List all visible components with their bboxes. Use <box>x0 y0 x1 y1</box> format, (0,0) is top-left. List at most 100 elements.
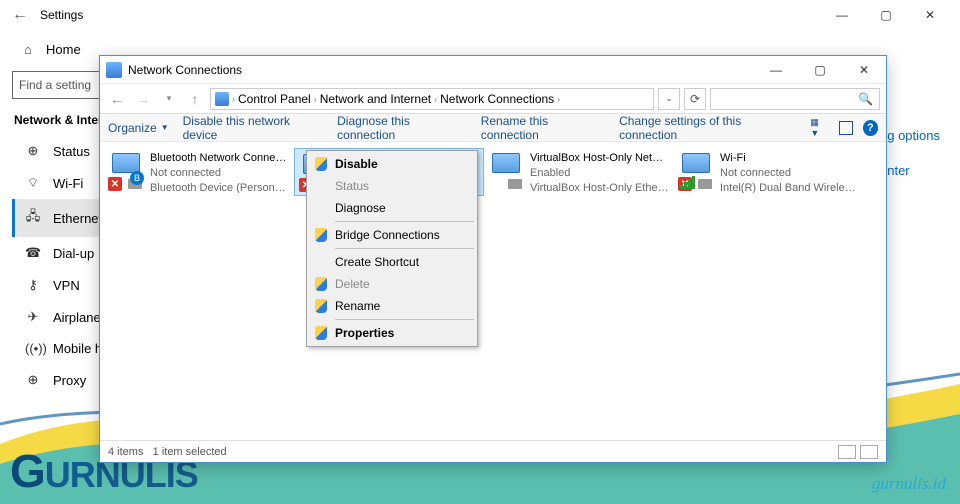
connection-status: Enabled <box>530 166 670 181</box>
menu-item-properties[interactable]: Properties <box>309 322 475 344</box>
history-dropdown-icon[interactable]: ⌄ <box>658 88 680 110</box>
nav-item-icon: ((•)) <box>25 341 41 356</box>
context-menu: Disable Status Diagnose Bridge Connections C… <box>306 150 478 347</box>
connection-status: Not connected <box>720 166 860 181</box>
close-button[interactable]: ✕ <box>908 1 952 29</box>
nav-item-label: Proxy <box>53 373 86 388</box>
nav-forward-icon[interactable]: → <box>132 88 154 110</box>
shield-icon <box>313 156 329 172</box>
menu-item-diagnose[interactable]: Diagnose <box>309 197 475 219</box>
nav-item-label: Dial-up <box>53 246 94 261</box>
item-count: 4 items <box>108 446 143 458</box>
connections-area: ✕BBluetooth Network ConnectionNot connec… <box>100 142 886 440</box>
nav-item-icon: ☎ <box>25 245 41 261</box>
connection-name: VirtualBox Host-Only Network <box>530 151 670 166</box>
nav-back-icon[interactable]: ← <box>106 88 128 110</box>
minimize-button[interactable]: — <box>820 1 864 29</box>
shield-icon <box>313 227 329 243</box>
menu-item-label: Diagnose <box>335 201 386 215</box>
toolbar-disable[interactable]: Disable this network device <box>183 114 324 142</box>
menu-item-bridge-connections[interactable]: Bridge Connections <box>309 224 475 246</box>
menu-item-label: Status <box>335 179 369 193</box>
nav-item-label: Wi-Fi <box>53 176 83 191</box>
menu-item-status: Status <box>309 175 475 197</box>
connection-device: Bluetooth Device (Personal Area ... <box>150 181 290 193</box>
menu-item-rename[interactable]: Rename <box>309 295 475 317</box>
connection-virtualbox-host-only-network[interactable]: VirtualBox Host-Only NetworkEnabledVirtu… <box>484 148 674 196</box>
close-button[interactable]: ✕ <box>842 56 886 84</box>
breadcrumb[interactable]: › Control Panel› Network and Internet› N… <box>210 88 654 110</box>
shield-icon <box>313 298 329 314</box>
selection-count: 1 item selected <box>153 446 227 458</box>
menu-separator <box>335 319 474 320</box>
search-icon: 🔍 <box>858 92 873 106</box>
menu-item-label: Delete <box>335 277 370 291</box>
menu-item-label: Disable <box>335 157 378 171</box>
connection-bluetooth-network-connection[interactable]: ✕BBluetooth Network ConnectionNot connec… <box>104 148 294 196</box>
shield-icon <box>313 325 329 341</box>
organize-menu[interactable]: Organize ▼ <box>108 121 169 135</box>
adapter-icon: ✕ <box>678 151 714 191</box>
watermark: gurnulis.id <box>872 474 946 494</box>
nav-home-label: Home <box>46 42 81 57</box>
nav-item-label: VPN <box>53 278 80 293</box>
adapter-icon <box>488 151 524 191</box>
nav-item-label: Status <box>53 144 90 159</box>
menu-item-delete: Delete <box>309 273 475 295</box>
menu-item-label: Properties <box>335 326 394 340</box>
location-icon <box>215 92 229 106</box>
status-bar: 4 items 1 item selected <box>100 440 886 462</box>
nav-item-icon: ⊕ <box>25 143 41 159</box>
menu-item-create-shortcut[interactable]: Create Shortcut <box>309 251 475 273</box>
disconnected-icon: ✕ <box>108 177 122 191</box>
toolbar-diagnose[interactable]: Diagnose this connection <box>337 114 467 142</box>
settings-title: Settings <box>40 8 83 22</box>
minimize-button[interactable]: — <box>754 56 798 84</box>
home-icon: ⌂ <box>20 42 36 57</box>
shield-icon <box>313 276 329 292</box>
bluetooth-icon: B <box>130 171 144 185</box>
explorer-titlebar: Network Connections — ▢ ✕ <box>100 56 886 84</box>
crumb[interactable]: Network and Internet <box>320 92 431 106</box>
menu-item-label: Bridge Connections <box>335 228 440 242</box>
menu-separator <box>335 221 474 222</box>
icons-view-icon[interactable] <box>860 445 878 459</box>
connection-wi-fi[interactable]: ✕ Wi-FiNot connectedIntel(R) Dual Band Wi… <box>674 148 864 196</box>
back-icon[interactable]: ← <box>8 6 32 24</box>
maximize-button[interactable]: ▢ <box>864 1 908 29</box>
menu-item-disable[interactable]: Disable <box>309 153 475 175</box>
wifi-bars-icon <box>680 176 695 189</box>
explorer-toolbar: Organize ▼ Disable this network device D… <box>100 114 886 142</box>
menu-item-label: Create Shortcut <box>335 255 419 269</box>
nav-recent-icon[interactable]: ▾ <box>158 88 180 110</box>
toolbar-change-settings[interactable]: Change settings of this connection <box>619 114 796 142</box>
connection-status: Not connected <box>150 166 290 181</box>
crumb[interactable]: Network Connections <box>440 92 554 106</box>
settings-titlebar: ← Settings — ▢ ✕ <box>0 0 960 30</box>
nav-item-icon: ✈ <box>25 309 41 325</box>
explorer-title: Network Connections <box>128 63 242 77</box>
help-icon[interactable]: ? <box>863 120 878 136</box>
details-view-icon[interactable] <box>838 445 856 459</box>
toolbar-rename[interactable]: Rename this connection <box>481 114 605 142</box>
refresh-icon[interactable]: ⟳ <box>684 88 706 110</box>
nav-item-label: Ethernet <box>53 211 102 226</box>
maximize-button[interactable]: ▢ <box>798 56 842 84</box>
nav-item-icon: ⊕ <box>25 372 41 388</box>
connection-device: Intel(R) Dual Band Wireless-AC 72... <box>720 181 860 193</box>
view-options-icon[interactable]: ▦ ▼ <box>810 117 829 138</box>
network-icon <box>106 62 122 78</box>
preview-pane-icon[interactable] <box>839 121 852 135</box>
nav-item-icon: ⚷ <box>25 277 41 293</box>
search-placeholder: Find a setting <box>19 78 91 92</box>
connection-device: VirtualBox Host-Only Ethernet Ad... <box>530 181 670 193</box>
crumb[interactable]: Control Panel <box>238 92 311 106</box>
explorer-search-input[interactable]: 🔍 <box>710 88 880 110</box>
menu-item-label: Rename <box>335 299 380 313</box>
adapter-icon: ✕B <box>108 151 144 191</box>
address-bar: ← → ▾ ↑ › Control Panel› Network and Int… <box>100 84 886 114</box>
nav-item-icon: 🖧 <box>25 207 41 229</box>
connection-name: Wi-Fi <box>720 151 860 166</box>
nav-up-icon[interactable]: ↑ <box>184 88 206 110</box>
connection-name: Bluetooth Network Connection <box>150 151 290 166</box>
